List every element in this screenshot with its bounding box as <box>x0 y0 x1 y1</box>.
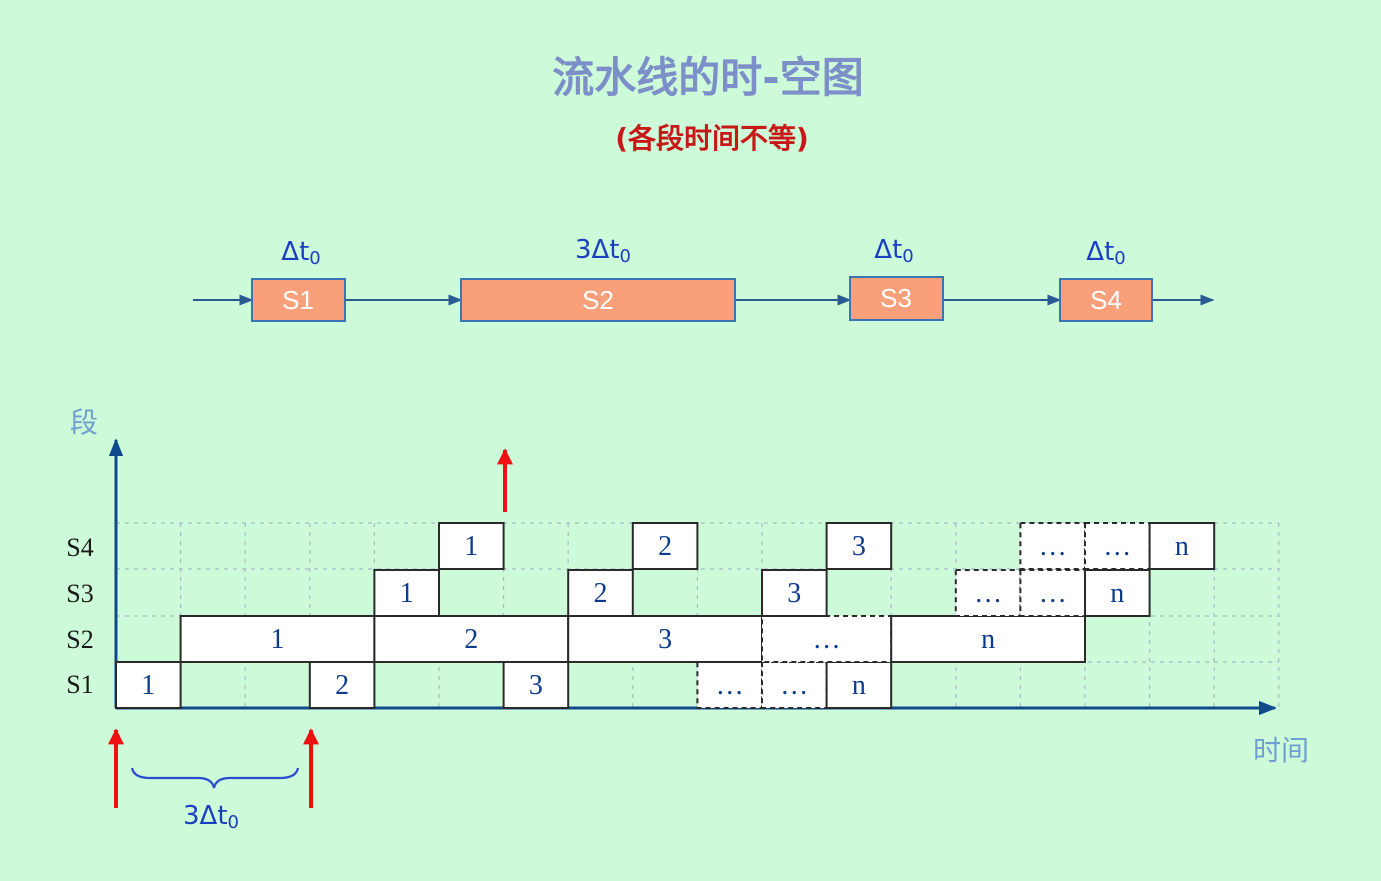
pipeline-chain: S1 S2 S3 S4 Δt0 3Δt0 Δt0 Δt0 <box>193 235 1215 322</box>
task-cells: 1 2 3…… n1 2 3… n1 2 3…… n1 2 3…… n <box>115 522 1216 709</box>
row-label-s4: S4 <box>66 533 93 562</box>
task-cell-label: … <box>780 670 808 701</box>
y-axis-label: 段 <box>70 406 98 439</box>
stage-label-s4: S4 <box>1090 285 1122 315</box>
task-cell-label: 2 <box>464 624 478 655</box>
stage-label-s1: S1 <box>282 285 314 315</box>
stage-duration-s1: Δt0 <box>281 237 320 269</box>
task-cell-label: … <box>1039 578 1067 609</box>
row-label-s1: S1 <box>66 670 93 699</box>
interval-label: 3Δt0 <box>183 801 239 833</box>
task-cell-label: … <box>813 624 841 655</box>
task-cell-label: … <box>1039 531 1067 562</box>
row-label-s3: S3 <box>66 579 93 608</box>
task-cell-label: 3 <box>852 531 866 562</box>
x-axis-label: 时间 <box>1253 734 1309 767</box>
task-cell-label: 1 <box>141 670 155 701</box>
task-cell-label: n <box>1175 531 1189 562</box>
task-cell-label: 3 <box>787 578 801 609</box>
row-labels: S1 S2 S3 S4 <box>66 533 93 699</box>
pipeline-space-time-diagram: 流水线的时-空图 (各段时间不等) S1 S2 S3 S4 Δt0 3Δt0 Δ… <box>0 0 1381 881</box>
stage-duration-s2: 3Δt0 <box>575 235 631 267</box>
task-cell-label: … <box>716 670 744 701</box>
task-cell-label: … <box>1103 531 1131 562</box>
interval-brace <box>130 767 300 789</box>
task-cell-label: … <box>974 578 1002 609</box>
task-cell-label: 2 <box>594 578 608 609</box>
task-cell-label: 3 <box>658 624 672 655</box>
diagram-canvas: 流水线的时-空图 (各段时间不等) S1 S2 S3 S4 Δt0 3Δt0 Δ… <box>66 53 1309 833</box>
stage-duration-s4: Δt0 <box>1086 237 1125 269</box>
task-cell-label: 3 <box>529 670 543 701</box>
row-label-s2: S2 <box>66 625 93 654</box>
task-cell-label: 2 <box>335 670 349 701</box>
task-cell-label: n <box>852 670 866 701</box>
diagram-subtitle: (各段时间不等) <box>615 122 809 155</box>
task-cell-label: 1 <box>464 531 478 562</box>
task-cell-label: n <box>1110 578 1124 609</box>
task-cell-label: 2 <box>658 531 672 562</box>
task-cell-label: 1 <box>271 624 285 655</box>
diagram-title: 流水线的时-空图 <box>552 53 863 102</box>
stage-label-s2: S2 <box>582 285 614 315</box>
stage-duration-s3: Δt0 <box>874 235 913 267</box>
stage-label-s3: S3 <box>880 283 912 313</box>
task-cell-label: n <box>981 624 995 655</box>
task-cell-label: 1 <box>400 578 414 609</box>
